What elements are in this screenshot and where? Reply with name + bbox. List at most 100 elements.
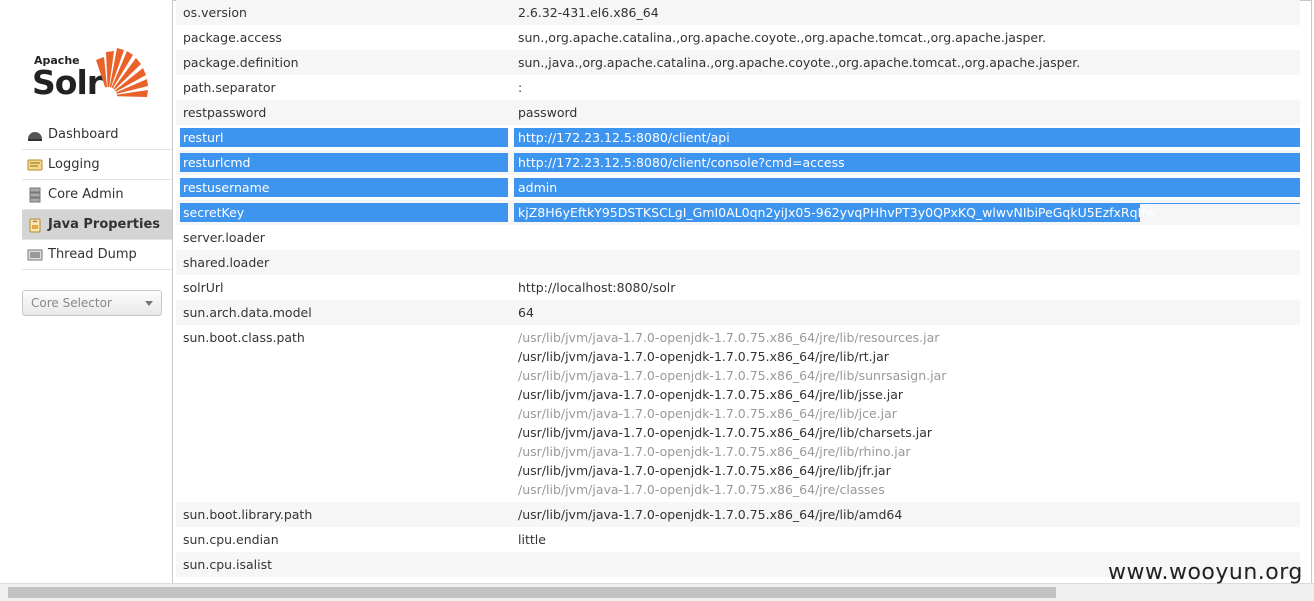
property-row[interactable]: sun.cpu.endian little [176, 527, 1300, 552]
property-value: little [518, 532, 546, 551]
property-value-line: http://localhost:8080/solr [518, 280, 676, 295]
property-row[interactable]: package.access sun.,org.apache.catalina.,… [176, 25, 1300, 50]
property-value-line: /usr/lib/jvm/java-1.7.0-openjdk-1.7.0.75… [518, 330, 940, 345]
nav-item-thread-dump[interactable]: Thread Dump [22, 240, 172, 270]
property-value-line: /usr/lib/jvm/java-1.7.0-openjdk-1.7.0.75… [518, 425, 933, 440]
scrollbar-thumb[interactable] [8, 587, 1056, 598]
property-key: sun.arch.data.model [183, 305, 312, 320]
property-value-line: http://172.23.12.5:8080/client/console?c… [518, 155, 845, 170]
property-value-line: little [518, 532, 546, 547]
property-value-line: 2.6.32-431.el6.x86_64 [518, 5, 659, 20]
nav-label: Thread Dump [48, 247, 137, 262]
property-value: http://172.23.12.5:8080/client/console?c… [518, 155, 845, 174]
property-value: http://localhost:8080/solr [518, 280, 675, 299]
solr-sunburst-icon [96, 48, 148, 102]
main-nav: Dashboard Logging Core Admin Java Proper… [22, 120, 172, 270]
property-value-line: /usr/lib/jvm/java-1.7.0-openjdk-1.7.0.75… [518, 387, 904, 402]
property-value: /usr/lib/jvm/java-1.7.0-openjdk-1.7.0.75… [518, 330, 946, 501]
property-row[interactable]: os.version 2.6.32-431.el6.x86_64 [176, 0, 1300, 25]
property-key: resturlcmd [183, 155, 251, 170]
property-row[interactable]: server.loader [176, 225, 1300, 250]
property-row[interactable]: package.definition sun.,java.,org.apache.… [176, 50, 1300, 75]
property-key: sun.boot.class.path [183, 330, 305, 345]
watermark-text: www.wooyun.org [1108, 560, 1303, 585]
property-row[interactable]: restusername admin [176, 175, 1300, 200]
property-key: restpassword [183, 105, 267, 120]
property-value: sun.,java.,org.apache.catalina.,org.apac… [518, 55, 1080, 74]
property-value: sun.,org.apache.catalina.,org.apache.coy… [518, 30, 1046, 49]
core-admin-icon [29, 187, 41, 203]
property-value-line: 64 [518, 305, 534, 320]
nav-item-core-admin[interactable]: Core Admin [22, 180, 172, 210]
property-value: : [518, 80, 522, 99]
nav-item-dashboard[interactable]: Dashboard [22, 120, 172, 150]
property-key: server.loader [183, 230, 265, 245]
property-key: path.separator [183, 80, 276, 95]
property-key: shared.loader [183, 255, 270, 270]
property-row[interactable]: restpassword password [176, 100, 1300, 125]
selection-highlight [514, 178, 1300, 197]
property-value-line: /usr/lib/jvm/java-1.7.0-openjdk-1.7.0.75… [518, 368, 947, 383]
property-key: sun.cpu.isalist [183, 557, 273, 572]
dashboard-icon [28, 132, 42, 141]
property-row[interactable]: resturl http://172.23.12.5:8080/client/ap… [176, 125, 1300, 150]
property-key: resturl [183, 130, 224, 145]
chevron-down-icon [145, 301, 153, 306]
nav-item-logging[interactable]: Logging [22, 150, 172, 180]
property-row[interactable]: resturlcmd http://172.23.12.5:8080/client… [176, 150, 1300, 175]
selection-edge [1140, 203, 1300, 204]
sidebar: Apache Solr Dashboard Logging Core Admin… [0, 0, 172, 583]
nav-label: Java Properties [48, 217, 161, 232]
property-value-line: admin [518, 180, 558, 195]
property-row[interactable]: solrUrl http://localhost:8080/solr [176, 275, 1300, 300]
property-key: os.version [183, 5, 247, 20]
logging-icon [27, 159, 43, 171]
property-value: http://172.23.12.5:8080/client/api [518, 130, 730, 149]
property-value: 64 [518, 305, 534, 324]
solr-logo[interactable]: Apache Solr [32, 38, 157, 104]
property-key: secretKey [183, 205, 245, 220]
property-value-line: /usr/lib/jvm/java-1.7.0-openjdk-1.7.0.75… [518, 444, 911, 459]
property-value-line: /usr/lib/jvm/java-1.7.0-openjdk-1.7.0.75… [518, 349, 889, 364]
property-value-line: /usr/lib/jvm/java-1.7.0-openjdk-1.7.0.75… [518, 463, 891, 478]
property-value-line: sun.,java.,org.apache.catalina.,org.apac… [518, 55, 1081, 70]
property-key: sun.cpu.endian [183, 532, 279, 547]
property-key: package.access [183, 30, 282, 45]
property-value: password [518, 105, 577, 124]
thread-dump-icon [27, 249, 43, 261]
property-row[interactable]: sun.boot.library.path/usr/lib/jvm/java-1… [176, 502, 1300, 527]
property-row[interactable]: path.separator: [176, 75, 1300, 100]
property-key: solrUrl [183, 280, 224, 295]
property-value-line: /usr/lib/jvm/java-1.7.0-openjdk-1.7.0.75… [518, 482, 885, 497]
property-value-line: sun.,org.apache.catalina.,org.apache.coy… [518, 30, 1047, 45]
horizontal-scrollbar[interactable] [0, 583, 1314, 601]
selection-highlight [180, 128, 508, 147]
property-value-line: http://172.23.12.5:8080/client/api [518, 130, 730, 145]
property-value: /usr/lib/jvm/java-1.7.0-openjdk-1.7.0.75… [518, 507, 902, 526]
nav-item-java-properties[interactable]: Java Properties [22, 210, 172, 240]
property-value-line: kjZ8H6yEftkY95DSTKSCLgI_GmI0AL0qn2yiJx05… [518, 205, 1156, 220]
property-row[interactable]: shared.loader [176, 250, 1300, 275]
core-selector-label: Core Selector [31, 296, 112, 310]
content-right-border [1311, 0, 1312, 583]
nav-label: Dashboard [48, 127, 119, 142]
property-value-line: password [518, 105, 578, 120]
property-value: kjZ8H6yEftkY95DSTKSCLgI_GmI0AL0qn2yiJx05… [518, 205, 1156, 224]
java-properties-table: os.version 2.6.32-431.el6.x86_64 package.a… [176, 0, 1300, 577]
property-value-line: /usr/lib/jvm/java-1.7.0-openjdk-1.7.0.75… [518, 507, 903, 522]
property-row[interactable]: sun.arch.data.model 64 [176, 300, 1300, 325]
property-value-line: /usr/lib/jvm/java-1.7.0-openjdk-1.7.0.75… [518, 406, 897, 421]
property-value-line: : [518, 80, 523, 95]
nav-label: Core Admin [48, 187, 124, 202]
property-value: admin [518, 180, 557, 199]
java-icon [29, 218, 41, 233]
core-selector-dropdown[interactable]: Core Selector [22, 290, 162, 316]
property-key: package.definition [183, 55, 299, 70]
property-value: 2.6.32-431.el6.x86_64 [518, 5, 659, 24]
content-divider [172, 0, 173, 583]
property-key: sun.boot.library.path [183, 507, 313, 522]
property-row[interactable]: secretKey kjZ8H6yEftkY95DSTKSCLgI_GmI0AL0… [176, 200, 1300, 225]
nav-label: Logging [48, 157, 100, 172]
property-key: restusername [183, 180, 270, 195]
property-row[interactable]: sun.boot.class.path/usr/lib/jvm/java-1.7… [176, 325, 1300, 502]
